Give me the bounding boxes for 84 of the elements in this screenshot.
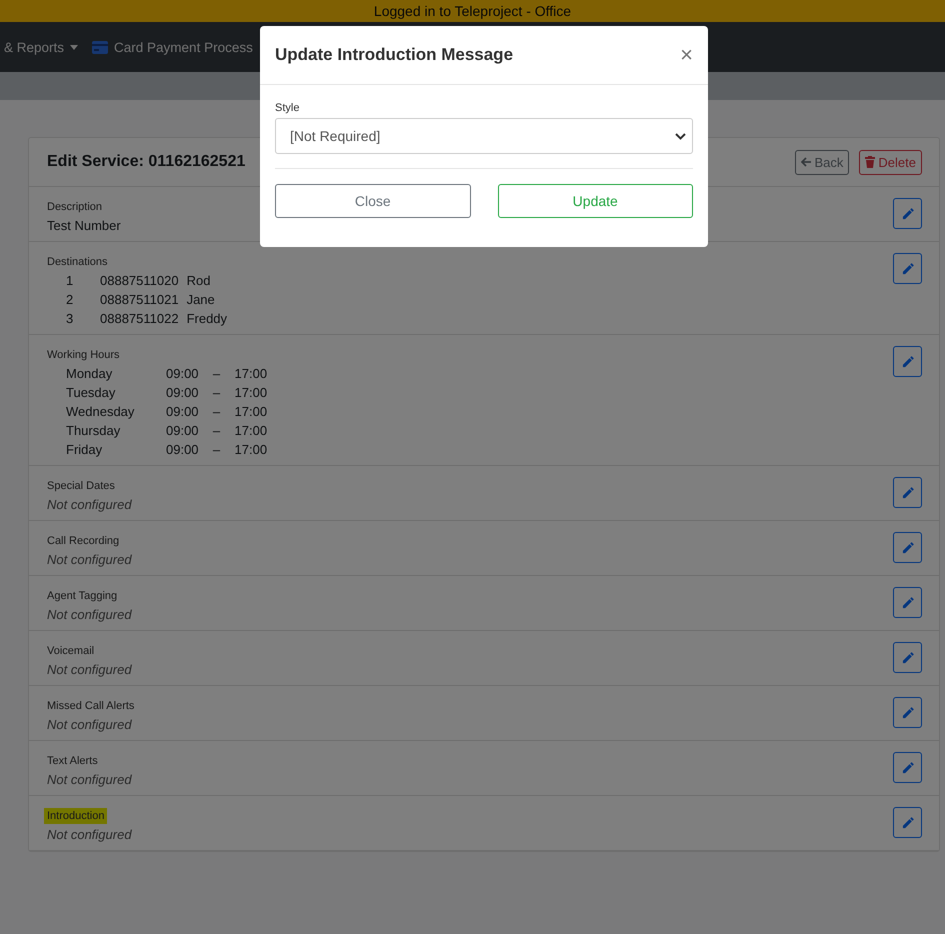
dash-text: –	[212, 385, 222, 400]
edit-button[interactable]	[893, 253, 922, 284]
dash-text: –	[212, 366, 222, 381]
section-label: Working Hours	[47, 348, 120, 363]
pencil-icon	[900, 354, 914, 368]
day-name: Wednesday	[66, 404, 136, 419]
caret-icon	[70, 44, 78, 50]
start-time: 09:00	[166, 423, 199, 438]
section-label: Destinations	[47, 255, 108, 270]
card-title: Edit Service: 01162162521	[47, 153, 246, 171]
start-time: 09:00	[166, 404, 199, 419]
phone-number: 08887511021	[100, 292, 179, 307]
pencil-icon	[900, 486, 914, 500]
phone-number: 08887511020	[100, 273, 179, 288]
chevron-down-icon	[675, 132, 686, 140]
end-time: 17:00	[234, 423, 268, 438]
edit-button[interactable]	[893, 807, 922, 838]
day-name: Thursday	[66, 423, 122, 438]
destination-index: 3	[66, 311, 74, 326]
edit-button[interactable]	[893, 346, 922, 377]
arrow-left-icon	[800, 157, 812, 167]
close-button[interactable]: ×	[680, 42, 693, 68]
day-name: Monday	[66, 366, 114, 381]
nav-link[interactable]: & Reports	[4, 40, 78, 54]
close-button[interactable]: Close	[275, 184, 470, 218]
section-label: Agent Tagging	[47, 589, 118, 604]
day-name: Friday	[66, 442, 104, 457]
end-time: 17:00	[234, 385, 268, 400]
trash-icon	[865, 156, 876, 168]
pencil-icon	[900, 540, 914, 554]
destination-name: Freddy	[186, 311, 228, 326]
destination-index: 1	[66, 273, 74, 288]
pencil-icon	[900, 706, 914, 720]
field-value: Test Number	[47, 218, 121, 233]
phone-number: 08887511022	[100, 311, 179, 326]
pencil-icon	[900, 816, 914, 830]
end-time: 17:00	[234, 442, 268, 457]
edit-button[interactable]	[893, 587, 922, 618]
dash-text: –	[212, 404, 222, 419]
section-label: Missed Call Alerts	[47, 699, 134, 714]
section-label: Call Recording	[47, 534, 120, 549]
status-text: Not configured	[47, 607, 132, 622]
field-label: Style	[275, 102, 300, 114]
modal-title: Update Introduction Message	[275, 45, 514, 65]
style-select[interactable]: [Not Required]	[275, 118, 693, 154]
status-text: Not configured	[47, 662, 132, 677]
destination-index: 2	[66, 292, 74, 307]
destination-name: Jane	[186, 292, 216, 307]
delete-button[interactable]: Delete	[859, 150, 922, 174]
section-label: Special Dates	[47, 479, 115, 494]
nav-link[interactable]: Card Payment Process	[92, 40, 253, 54]
pencil-icon	[900, 596, 914, 610]
section-label: Voicemail	[47, 644, 94, 659]
edit-button[interactable]	[893, 697, 922, 728]
dash-text: –	[212, 423, 222, 438]
edit-button[interactable]	[893, 752, 922, 783]
end-time: 17:00	[234, 366, 268, 381]
edit-button[interactable]	[893, 532, 922, 563]
end-time: 17:00	[234, 404, 268, 419]
login-banner: Logged in to Teleproject - Office	[0, 0, 945, 22]
section-label: Introduction	[44, 808, 108, 824]
section-label: Text Alerts	[47, 754, 98, 769]
status-text: Not configured	[47, 772, 132, 787]
credit-card-icon	[92, 40, 108, 54]
day-name: Tuesday	[66, 385, 116, 400]
pencil-icon	[900, 760, 914, 774]
pencil-icon	[900, 650, 914, 664]
start-time: 09:00	[166, 366, 199, 381]
edit-button[interactable]	[893, 642, 922, 673]
destination-name: Rod	[186, 273, 212, 288]
status-text: Not configured	[47, 717, 133, 732]
update-button[interactable]: Update	[498, 184, 693, 218]
start-time: 09:00	[166, 385, 199, 400]
start-time: 09:00	[166, 442, 199, 457]
section-label: Description	[47, 200, 102, 215]
dash-text: –	[212, 442, 222, 457]
back-button[interactable]: Back	[794, 150, 850, 174]
status-text: Not configured	[47, 827, 132, 842]
edit-button[interactable]	[893, 477, 922, 508]
edit-button[interactable]	[893, 198, 922, 229]
pencil-icon	[900, 262, 914, 276]
status-text: Not configured	[47, 552, 132, 567]
status-text: Not configured	[47, 497, 132, 512]
pencil-icon	[900, 206, 914, 220]
